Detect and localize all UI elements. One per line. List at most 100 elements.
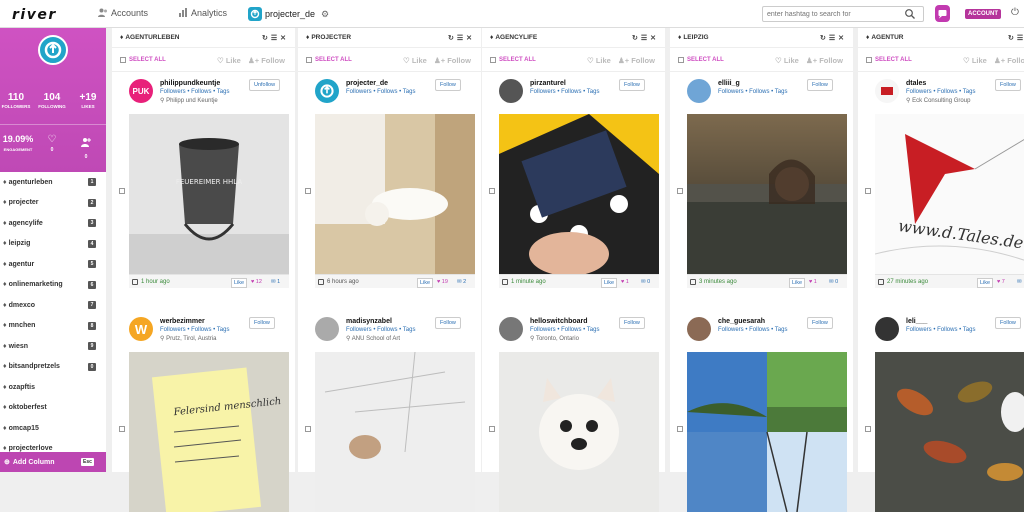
post-image[interactable]: FEUEREIMER HHLA bbox=[129, 114, 289, 274]
instagram-icon[interactable] bbox=[132, 279, 138, 285]
bulk-like-button[interactable]: ♡ Like bbox=[217, 56, 241, 65]
instagram-icon[interactable] bbox=[690, 279, 696, 285]
username[interactable]: madisynzabel bbox=[346, 318, 392, 325]
app-logo[interactable]: river bbox=[12, 7, 57, 23]
add-column-button[interactable]: ⊕ Add Column Esc bbox=[0, 452, 106, 472]
sidebar-item-agentur[interactable]: ♦ agentur 5 bbox=[0, 254, 106, 275]
gear-icon[interactable]: ⚙ bbox=[321, 9, 329, 20]
instagram-icon[interactable] bbox=[318, 279, 324, 285]
user-links[interactable]: Followers • Follows • Tags bbox=[718, 327, 787, 333]
bulk-like-button[interactable]: ♡ Like bbox=[587, 56, 611, 65]
bulk-follow-button[interactable]: ♟+ Follow bbox=[434, 56, 471, 65]
like-button[interactable]: Like bbox=[601, 278, 618, 288]
post-checkbox[interactable] bbox=[489, 426, 495, 432]
bulk-like-button[interactable]: ♡ Like bbox=[403, 56, 427, 65]
sidebar-item-mnchen[interactable]: ♦ mnchen 8 bbox=[0, 316, 106, 337]
refresh-icon[interactable]: ↻ bbox=[632, 35, 641, 42]
like-button[interactable]: Like bbox=[789, 278, 806, 288]
post-image[interactable]: Felersind menschlich bbox=[129, 352, 289, 512]
username[interactable]: pirzanturel bbox=[530, 80, 566, 87]
post-image[interactable] bbox=[315, 352, 475, 512]
post-checkbox[interactable] bbox=[865, 426, 871, 432]
sidebar-item-agenturleben[interactable]: ♦ agenturleben 1 bbox=[0, 172, 106, 193]
refresh-icon[interactable]: ↻ bbox=[262, 35, 271, 42]
refresh-icon[interactable]: ↻ bbox=[448, 35, 457, 42]
follow-button[interactable]: Follow bbox=[435, 79, 461, 91]
select-all-label[interactable]: SELECT ALL bbox=[499, 57, 536, 63]
chat-button[interactable] bbox=[935, 5, 950, 22]
post-image[interactable] bbox=[687, 352, 847, 512]
refresh-icon[interactable]: ↻ bbox=[1008, 35, 1017, 42]
sidebar-item-onlinemarketing[interactable]: ♦ onlinemarketing 6 bbox=[0, 275, 106, 296]
follow-button[interactable]: Unfollow bbox=[249, 79, 281, 91]
hashtag-search-input[interactable] bbox=[762, 6, 924, 22]
refresh-icon[interactable]: ↻ bbox=[820, 35, 829, 42]
select-all-checkbox[interactable] bbox=[306, 56, 312, 63]
avatar[interactable] bbox=[38, 35, 68, 65]
post-image[interactable] bbox=[687, 114, 847, 274]
avatar[interactable] bbox=[499, 79, 523, 103]
user-links[interactable]: Followers • Follows • Tags bbox=[160, 327, 229, 333]
post-checkbox[interactable] bbox=[119, 426, 125, 432]
username[interactable]: helloswitchboard bbox=[530, 318, 588, 325]
select-all-checkbox[interactable] bbox=[490, 56, 496, 63]
avatar[interactable] bbox=[875, 317, 899, 341]
post-image[interactable] bbox=[499, 114, 659, 274]
settings-sliders-icon[interactable]: ☰ bbox=[271, 35, 280, 42]
power-icon[interactable]: ⏻ bbox=[1011, 7, 1019, 18]
avatar[interactable] bbox=[687, 317, 711, 341]
follow-button[interactable]: Follow bbox=[995, 317, 1021, 329]
sidebar-item-agencylife[interactable]: ♦ agencylife 3 bbox=[0, 213, 106, 234]
sidebar-item-wiesn[interactable]: ♦ wiesn 9 bbox=[0, 336, 106, 357]
follow-button[interactable]: Follow bbox=[435, 317, 461, 329]
user-links[interactable]: Followers • Follows • Tags bbox=[530, 89, 599, 95]
username[interactable]: elliii_g bbox=[718, 80, 740, 87]
bulk-like-button[interactable]: ♡ Like bbox=[775, 56, 799, 65]
username[interactable]: werbezimmer bbox=[160, 318, 205, 325]
post-image[interactable] bbox=[315, 114, 475, 274]
post-image[interactable] bbox=[875, 352, 1024, 512]
settings-sliders-icon[interactable]: ☰ bbox=[457, 35, 466, 42]
nav-analytics[interactable]: Analytics bbox=[178, 8, 227, 18]
account-button[interactable]: ACCOUNT bbox=[965, 9, 1001, 19]
bulk-follow-button[interactable]: ♟+ Follow bbox=[994, 56, 1024, 65]
like-button[interactable]: Like bbox=[417, 278, 434, 288]
user-links[interactable]: Followers • Follows • Tags bbox=[906, 89, 975, 95]
follow-button[interactable]: Follow bbox=[807, 317, 833, 329]
follow-button[interactable]: Follow bbox=[249, 317, 275, 329]
sidebar-item-ozapftis[interactable]: ♦ ozapftis bbox=[0, 377, 106, 398]
post-checkbox[interactable] bbox=[677, 188, 683, 194]
post-checkbox[interactable] bbox=[677, 426, 683, 432]
search-icon[interactable] bbox=[904, 8, 916, 20]
follow-button[interactable]: Follow bbox=[619, 317, 645, 329]
post-image[interactable] bbox=[499, 352, 659, 512]
like-button[interactable]: Like bbox=[977, 278, 994, 288]
avatar[interactable]: W bbox=[129, 317, 153, 341]
avatar[interactable]: PUK bbox=[129, 79, 153, 103]
instagram-icon[interactable] bbox=[502, 279, 508, 285]
user-links[interactable]: Followers • Follows • Tags bbox=[346, 327, 415, 333]
select-all-label[interactable]: SELECT ALL bbox=[315, 57, 352, 63]
username[interactable]: che_guesarah bbox=[718, 318, 765, 325]
user-links[interactable]: Followers • Follows • Tags bbox=[906, 327, 975, 333]
settings-sliders-icon[interactable]: ☰ bbox=[829, 35, 838, 42]
avatar[interactable] bbox=[875, 79, 899, 103]
sidebar-item-oktoberfest[interactable]: ♦ oktoberfest bbox=[0, 398, 106, 419]
close-icon[interactable]: ✕ bbox=[280, 35, 289, 42]
post-checkbox[interactable] bbox=[305, 426, 311, 432]
user-links[interactable]: Followers • Follows • Tags bbox=[160, 89, 229, 95]
user-links[interactable]: Followers • Follows • Tags bbox=[346, 89, 415, 95]
close-icon[interactable]: ✕ bbox=[838, 35, 847, 42]
close-icon[interactable]: ✕ bbox=[650, 35, 659, 42]
select-all-checkbox[interactable] bbox=[120, 56, 126, 63]
close-icon[interactable]: ✕ bbox=[466, 35, 475, 42]
username[interactable]: philippundkeuntje bbox=[160, 80, 220, 87]
settings-sliders-icon[interactable]: ☰ bbox=[641, 35, 650, 42]
avatar[interactable] bbox=[315, 317, 339, 341]
bulk-follow-button[interactable]: ♟+ Follow bbox=[248, 56, 285, 65]
sidebar-item-dmexco[interactable]: ♦ dmexco 7 bbox=[0, 295, 106, 316]
avatar[interactable] bbox=[315, 79, 339, 103]
sidebar-item-leipzig[interactable]: ♦ leipzig 4 bbox=[0, 234, 106, 255]
follow-button[interactable]: Follow bbox=[807, 79, 833, 91]
select-all-checkbox[interactable] bbox=[678, 56, 684, 63]
